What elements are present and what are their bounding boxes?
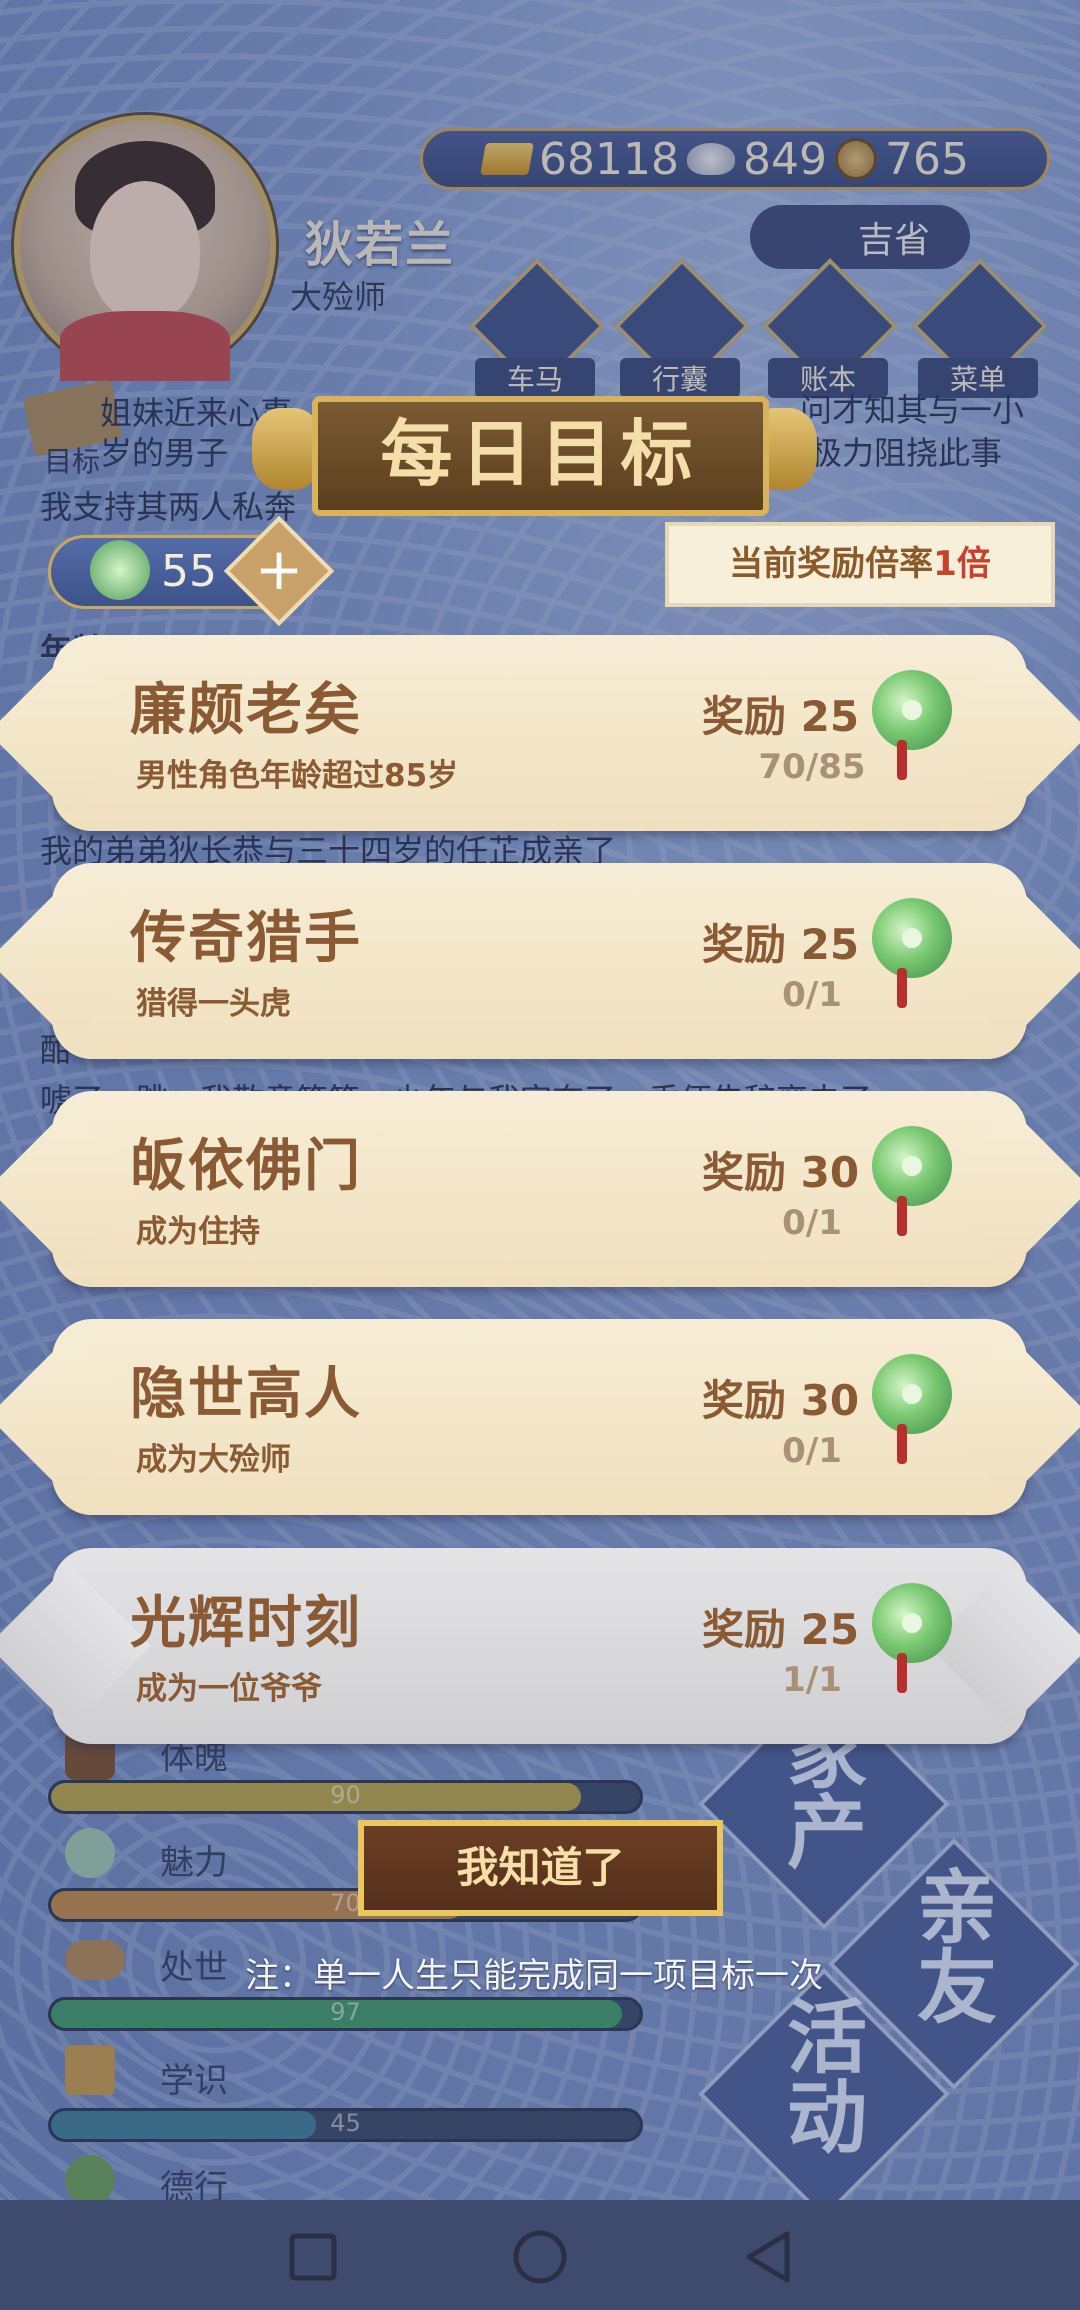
daily-goals-title: 每日目标 — [312, 396, 769, 516]
goal-title: 光辉时刻 — [130, 1591, 362, 1656]
acknowledge-button[interactable]: 我知道了 — [358, 1820, 723, 1916]
jade-tassel — [897, 1424, 907, 1464]
jade-icon — [90, 540, 150, 600]
goal-progress: 0/1 — [782, 1203, 842, 1243]
goal-description: 猎得一头虎 — [136, 986, 291, 1022]
back-triangle-icon — [746, 2231, 790, 2283]
goal-card[interactable]: 传奇猎手 猎得一头虎 奖励 25 0/1 — [22, 863, 1057, 1059]
goal-card[interactable]: 隐世高人 成为大殓师 奖励 30 0/1 — [22, 1319, 1057, 1515]
goal-description: 成为大殓师 — [136, 1442, 291, 1478]
back-button[interactable] — [735, 2222, 805, 2292]
jade-reward-icon — [872, 1583, 952, 1663]
jade-balance-value: 55 — [161, 546, 217, 597]
plus-icon: + — [254, 535, 304, 603]
home-button[interactable] — [505, 2222, 575, 2292]
goal-description: 成为一位爷爷 — [136, 1671, 322, 1707]
goal-card[interactable]: 廉颇老矣 男性角色年龄超过85岁 奖励 25 70/85 — [22, 635, 1057, 831]
goal-title: 传奇猎手 — [130, 906, 362, 971]
goal-progress: 70/85 — [758, 747, 866, 787]
goal-reward: 奖励 25 — [702, 920, 860, 969]
jade-tassel — [897, 1196, 907, 1236]
goal-reward: 奖励 30 — [702, 1148, 860, 1197]
goal-description: 成为住持 — [136, 1214, 260, 1250]
reward-rate-panel: 当前奖励倍率1倍 — [665, 522, 1055, 607]
goal-reward: 奖励 25 — [702, 1605, 860, 1654]
goal-reward: 奖励 30 — [702, 1376, 860, 1425]
square-icon — [289, 2233, 337, 2281]
jade-tassel — [897, 740, 907, 780]
goal-reward: 奖励 25 — [702, 692, 860, 741]
reward-rate-prefix: 当前奖励倍率 — [729, 544, 934, 584]
goal-title: 皈依佛门 — [130, 1134, 362, 1199]
jade-reward-icon — [872, 1126, 952, 1206]
recent-apps-button[interactable] — [278, 2222, 348, 2292]
reward-rate-value: 1倍 — [933, 544, 991, 584]
goal-progress: 1/1 — [782, 1660, 842, 1700]
goal-note: 注：单一人生只能完成同一项目标一次 — [245, 1956, 823, 1996]
circle-icon — [513, 2230, 567, 2284]
jade-reward-icon — [872, 898, 952, 978]
goal-card[interactable]: 皈依佛门 成为住持 奖励 30 0/1 — [22, 1091, 1057, 1287]
jade-reward-icon — [872, 670, 952, 750]
jade-reward-icon — [872, 1354, 952, 1434]
goal-progress: 0/1 — [782, 975, 842, 1015]
goal-title: 廉颇老矣 — [130, 678, 362, 743]
goal-description: 男性角色年龄超过85岁 — [136, 758, 459, 794]
jade-tassel — [897, 968, 907, 1008]
daily-goals-banner: 每日目标 — [252, 388, 817, 516]
goal-progress: 0/1 — [782, 1431, 842, 1471]
jade-tassel — [897, 1653, 907, 1693]
goal-card-completed[interactable]: 光辉时刻 成为一位爷爷 奖励 25 1/1 — [22, 1548, 1057, 1744]
goal-title: 隐世高人 — [130, 1362, 362, 1427]
